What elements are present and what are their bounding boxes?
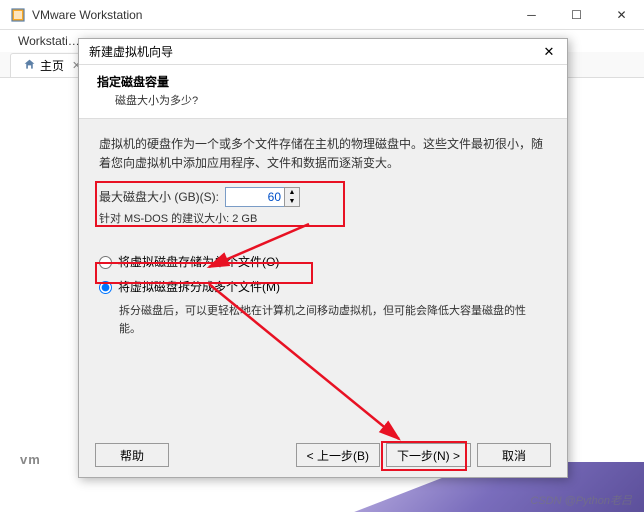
dialog-header-subtitle: 磁盘大小为多少? xyxy=(115,92,549,108)
watermark-text: CSDN @Python老吕 xyxy=(530,492,632,508)
vmware-logo: vm xyxy=(20,452,41,467)
disk-size-input[interactable] xyxy=(225,187,285,207)
disk-size-row: 最大磁盘大小 (GB)(S): ▲ ▼ xyxy=(99,187,547,207)
back-button[interactable]: < 上一步(B) xyxy=(296,443,380,467)
radio-single-file-label: 将虚拟磁盘存储为单个文件(O) xyxy=(118,253,279,272)
radio-split-hint: 拆分磁盘后，可以更轻松地在计算机之间移动虚拟机，但可能会降低大容量磁盘的性能。 xyxy=(119,303,547,338)
dialog-body: 虚拟机的硬盘作为一个或多个文件存储在主机的物理磁盘中。这些文件最初很小，随着您向… xyxy=(79,119,567,431)
new-vm-wizard-dialog: 新建虚拟机向导 ✕ 指定磁盘容量 磁盘大小为多少? 虚拟机的硬盘作为一个或多个文… xyxy=(78,38,568,478)
dialog-title: 新建虚拟机向导 xyxy=(89,43,537,60)
close-button[interactable]: ✕ xyxy=(599,0,644,30)
radio-split-files-label: 将虚拟磁盘拆分成多个文件(M) xyxy=(118,278,280,297)
dialog-button-bar: 帮助 < 上一步(B) 下一步(N) > 取消 xyxy=(79,443,567,467)
main-window-title: VMware Workstation xyxy=(32,8,509,22)
help-button[interactable]: 帮助 xyxy=(95,443,169,467)
spinner-down-button[interactable]: ▼ xyxy=(285,197,299,206)
radio-split-files-input[interactable] xyxy=(99,281,112,294)
spinner-up-button[interactable]: ▲ xyxy=(285,188,299,197)
disk-size-spinner: ▲ ▼ xyxy=(284,187,300,207)
maximize-button[interactable]: ☐ xyxy=(554,0,599,30)
recommended-size-text: 针对 MS-DOS 的建议大小: 2 GB xyxy=(99,211,547,229)
vmware-icon xyxy=(10,7,26,23)
dialog-titlebar: 新建虚拟机向导 ✕ xyxy=(79,39,567,65)
dialog-header: 指定磁盘容量 磁盘大小为多少? xyxy=(79,65,567,119)
minimize-button[interactable]: ─ xyxy=(509,0,554,30)
next-button[interactable]: 下一步(N) > xyxy=(386,443,471,467)
cancel-button[interactable]: 取消 xyxy=(477,443,551,467)
home-icon xyxy=(23,58,36,74)
radio-single-file-input[interactable] xyxy=(99,256,112,269)
disk-size-label: 最大磁盘大小 (GB)(S): xyxy=(99,188,219,207)
window-controls: ─ ☐ ✕ xyxy=(509,0,644,30)
radio-split-files[interactable]: 将虚拟磁盘拆分成多个文件(M) xyxy=(99,278,547,297)
dialog-close-button[interactable]: ✕ xyxy=(537,40,561,64)
description-text: 虚拟机的硬盘作为一个或多个文件存储在主机的物理磁盘中。这些文件最初很小，随着您向… xyxy=(99,135,547,173)
dialog-header-title: 指定磁盘容量 xyxy=(97,73,549,90)
workstation-menu[interactable]: Workstati… xyxy=(10,34,88,48)
tab-home-label: 主页 xyxy=(40,57,64,74)
disk-file-radio-group: 将虚拟磁盘存储为单个文件(O) 将虚拟磁盘拆分成多个文件(M) 拆分磁盘后，可以… xyxy=(99,253,547,339)
main-titlebar: VMware Workstation ─ ☐ ✕ xyxy=(0,0,644,30)
radio-single-file[interactable]: 将虚拟磁盘存储为单个文件(O) xyxy=(99,253,547,272)
